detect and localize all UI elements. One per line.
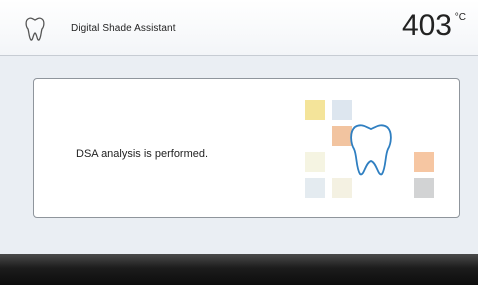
main-content: DSA analysis is performed. [0, 56, 478, 254]
shade-swatch [305, 100, 325, 120]
temperature-value: 403 [401, 9, 452, 42]
shade-swatch [332, 178, 352, 198]
tooth-icon [25, 17, 45, 41]
shade-swatch [332, 100, 352, 120]
shade-swatch [414, 152, 434, 172]
status-dialog: DSA analysis is performed. [33, 78, 460, 218]
status-message: DSA analysis is performed. [76, 148, 209, 160]
shade-swatch [414, 178, 434, 198]
app-title: Digital Shade Assistant [71, 23, 176, 34]
shade-swatch [305, 152, 325, 172]
tooth-icon [350, 124, 392, 176]
temperature-unit: °C [454, 12, 466, 23]
footer-bar [0, 254, 478, 285]
header-bar: Digital Shade Assistant 403 °C [0, 0, 478, 56]
shade-swatch [305, 178, 325, 198]
